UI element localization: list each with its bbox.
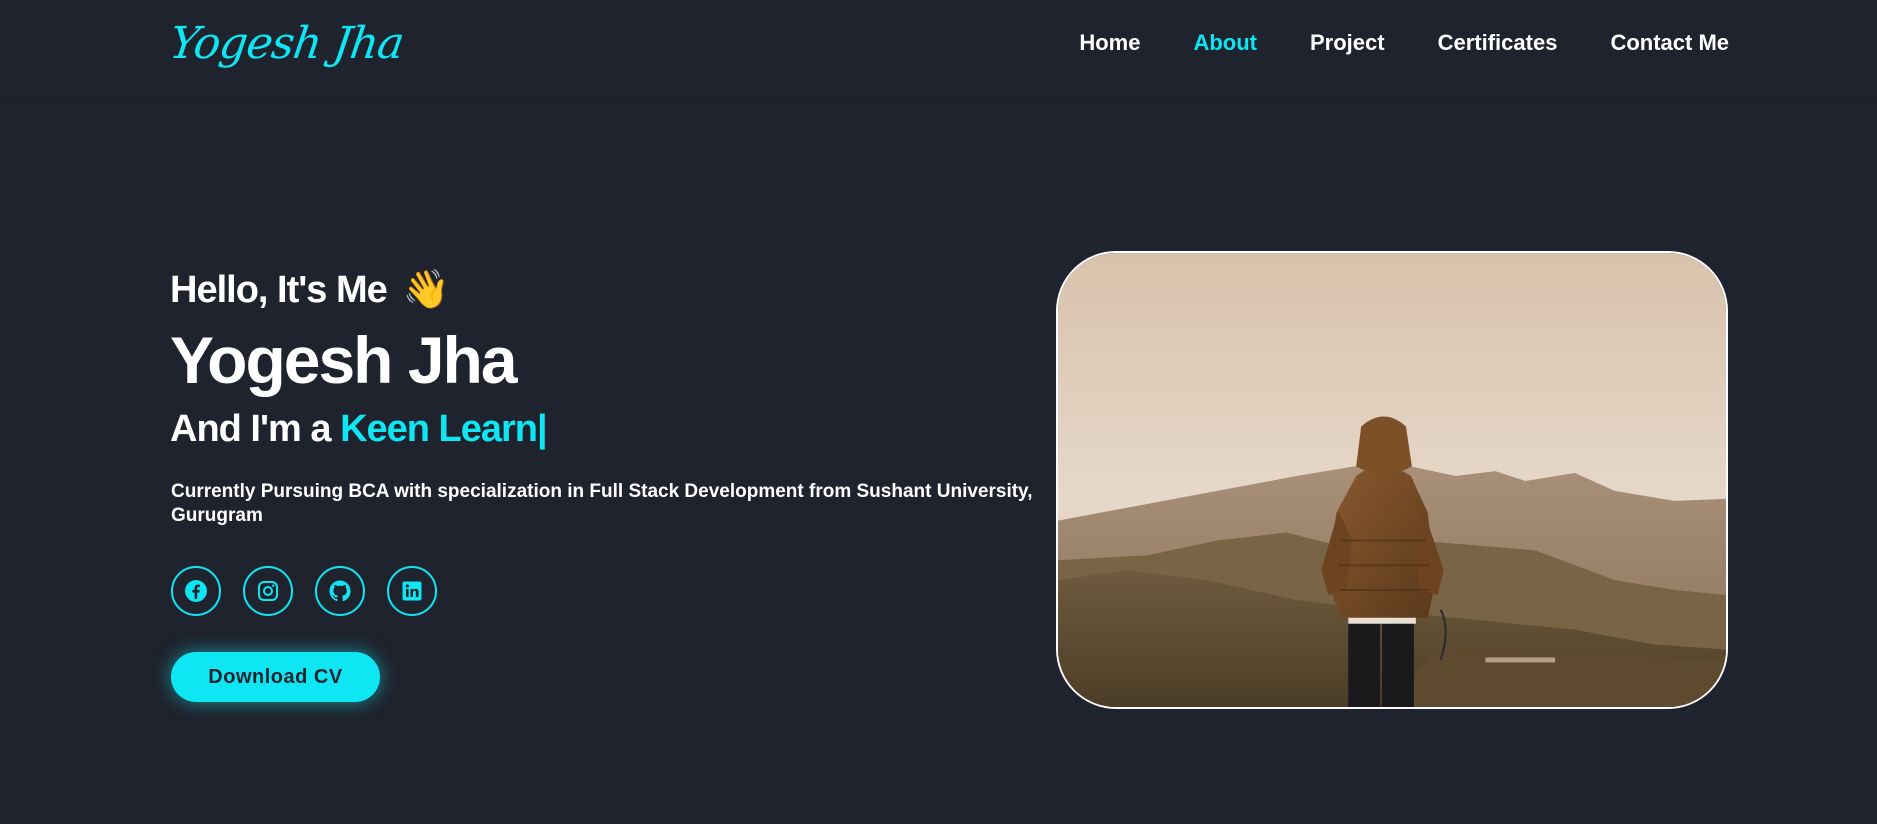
waving-hand-icon: 👋 <box>402 269 450 311</box>
site-logo[interactable]: Yogesh Jha <box>166 18 406 69</box>
facebook-icon <box>185 580 207 602</box>
main-nav: Home About Project Certificates Contact … <box>1079 30 1729 56</box>
role-typed-text: Keen Learn <box>340 408 538 450</box>
linkedin-link[interactable] <box>387 566 437 616</box>
role-heading: And I'm a Keen Learn| <box>170 408 548 451</box>
instagram-icon <box>258 581 278 601</box>
site-header: Yogesh Jha Home About Project Certificat… <box>0 0 1877 98</box>
typing-cursor: | <box>537 408 548 450</box>
greeting-heading: Hello, It's Me 👋 <box>170 268 450 312</box>
role-prefix: And I'm a <box>170 408 341 450</box>
hero-name: Yogesh Jha <box>170 323 518 397</box>
hero-description: Currently Pursuing BCA with specializati… <box>171 481 1033 526</box>
nav-certificates[interactable]: Certificates <box>1438 30 1558 56</box>
nav-about[interactable]: About <box>1193 30 1257 56</box>
nav-home[interactable]: Home <box>1079 30 1140 56</box>
download-cv-button[interactable]: Download CV <box>171 652 380 702</box>
github-link[interactable] <box>315 566 365 616</box>
social-links <box>171 566 437 616</box>
nav-contact-me[interactable]: Contact Me <box>1610 30 1729 56</box>
hiker-on-mountain-image <box>1058 253 1726 707</box>
instagram-link[interactable] <box>243 566 293 616</box>
github-icon <box>329 580 351 602</box>
nav-project[interactable]: Project <box>1310 30 1385 56</box>
greeting-text: Hello, It's Me <box>170 268 388 311</box>
linkedin-icon <box>402 581 422 601</box>
hero-photo <box>1056 251 1728 709</box>
facebook-link[interactable] <box>171 566 221 616</box>
